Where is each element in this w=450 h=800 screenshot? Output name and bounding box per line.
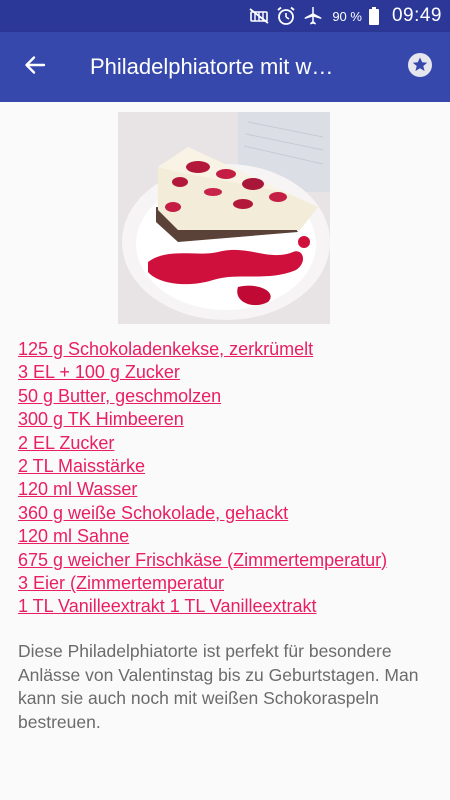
recipe-description: Diese Philadelphiatorte ist perfekt für … bbox=[18, 641, 419, 732]
ingredient-list: 125 g Schokoladenkekse, zerkrümelt 3 EL … bbox=[18, 338, 448, 619]
star-icon bbox=[406, 51, 434, 84]
ingredient-link[interactable]: 3 EL + 100 g Zucker bbox=[18, 361, 448, 384]
airplane-mode-icon bbox=[302, 6, 324, 26]
clock: 09:49 bbox=[391, 5, 442, 26]
recipe-content: 125 g Schokoladenkekse, zerkrümelt 3 EL … bbox=[0, 102, 450, 800]
ingredient-link[interactable]: 1 TL Vanilleextrakt 1 TL Vanilleextrakt bbox=[18, 595, 448, 618]
ingredient-link[interactable]: 120 ml Wasser bbox=[18, 478, 448, 501]
ingredient-link[interactable]: 2 EL Zucker bbox=[18, 432, 448, 455]
ingredient-link[interactable]: 120 ml Sahne bbox=[18, 525, 448, 548]
ingredient-link[interactable]: 125 g Schokoladenkekse, zerkrümelt bbox=[18, 338, 448, 361]
arrow-back-icon bbox=[23, 53, 47, 82]
recipe-image bbox=[118, 112, 330, 324]
favorite-button[interactable] bbox=[390, 32, 450, 102]
ingredient-link[interactable]: 300 g TK Himbeeren bbox=[18, 408, 448, 431]
ingredient-link[interactable]: 3 Eier (Zimmertemperatur bbox=[18, 572, 448, 595]
battery-percent: 90 % bbox=[332, 8, 362, 24]
mute-icon bbox=[248, 7, 270, 25]
ingredient-link[interactable]: 360 g weiße Schokolade, gehackt bbox=[18, 502, 448, 525]
alarm-icon bbox=[276, 6, 296, 26]
page-title: Philadelphiatorte mit w… bbox=[90, 54, 334, 79]
ingredient-link[interactable]: 675 g weicher Frischkäse (Zimmertemperat… bbox=[18, 549, 448, 572]
app-bar: Philadelphiatorte mit w… bbox=[0, 32, 450, 102]
ingredient-link[interactable]: 50 g Butter, geschmolzen bbox=[18, 385, 448, 408]
status-bar: 90 % 09:49 bbox=[0, 0, 450, 32]
battery-icon bbox=[368, 6, 380, 26]
back-button[interactable] bbox=[0, 32, 70, 102]
ingredient-link[interactable]: 2 TL Maisstärke bbox=[18, 455, 448, 478]
